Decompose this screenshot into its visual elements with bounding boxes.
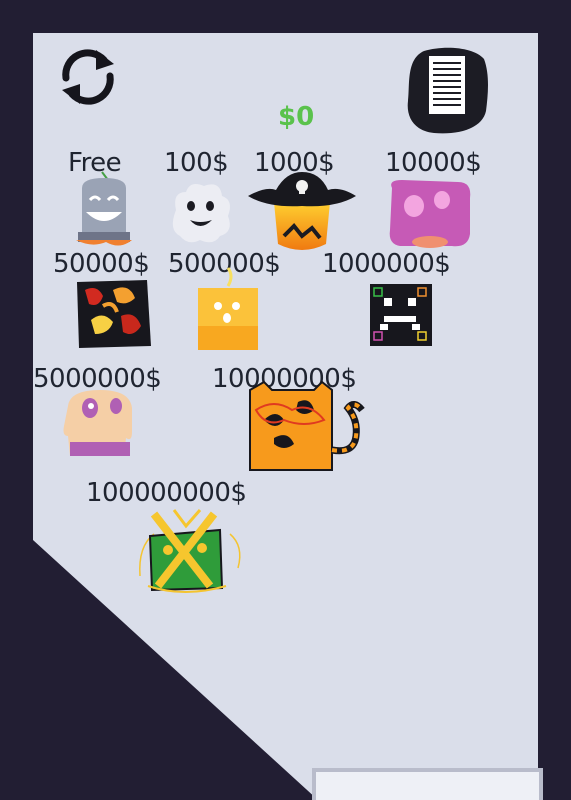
present-character-icon[interactable] <box>134 506 246 594</box>
bottom-bar[interactable] <box>312 768 543 800</box>
lava-character-icon[interactable] <box>73 276 153 350</box>
money-counter: $0 <box>278 102 315 132</box>
price-label-pink-blob: 10000$ <box>385 148 482 178</box>
pink-blob-character-icon[interactable] <box>384 178 474 250</box>
pirate-character-icon[interactable] <box>246 170 358 256</box>
tombstone-character-icon[interactable] <box>72 170 136 250</box>
pixel-character-icon[interactable] <box>370 284 432 346</box>
ghost-character-icon[interactable] <box>166 180 236 248</box>
candle-character-icon[interactable] <box>196 266 260 352</box>
price-label-present: 100000000$ <box>86 478 247 508</box>
cat-character-icon[interactable] <box>244 380 368 474</box>
price-label-lava: 50000$ <box>53 249 150 279</box>
refresh-icon[interactable] <box>52 44 124 110</box>
melting-character-icon[interactable] <box>60 386 140 462</box>
price-label-ghost: 100$ <box>164 148 229 178</box>
document-icon[interactable] <box>404 45 490 135</box>
